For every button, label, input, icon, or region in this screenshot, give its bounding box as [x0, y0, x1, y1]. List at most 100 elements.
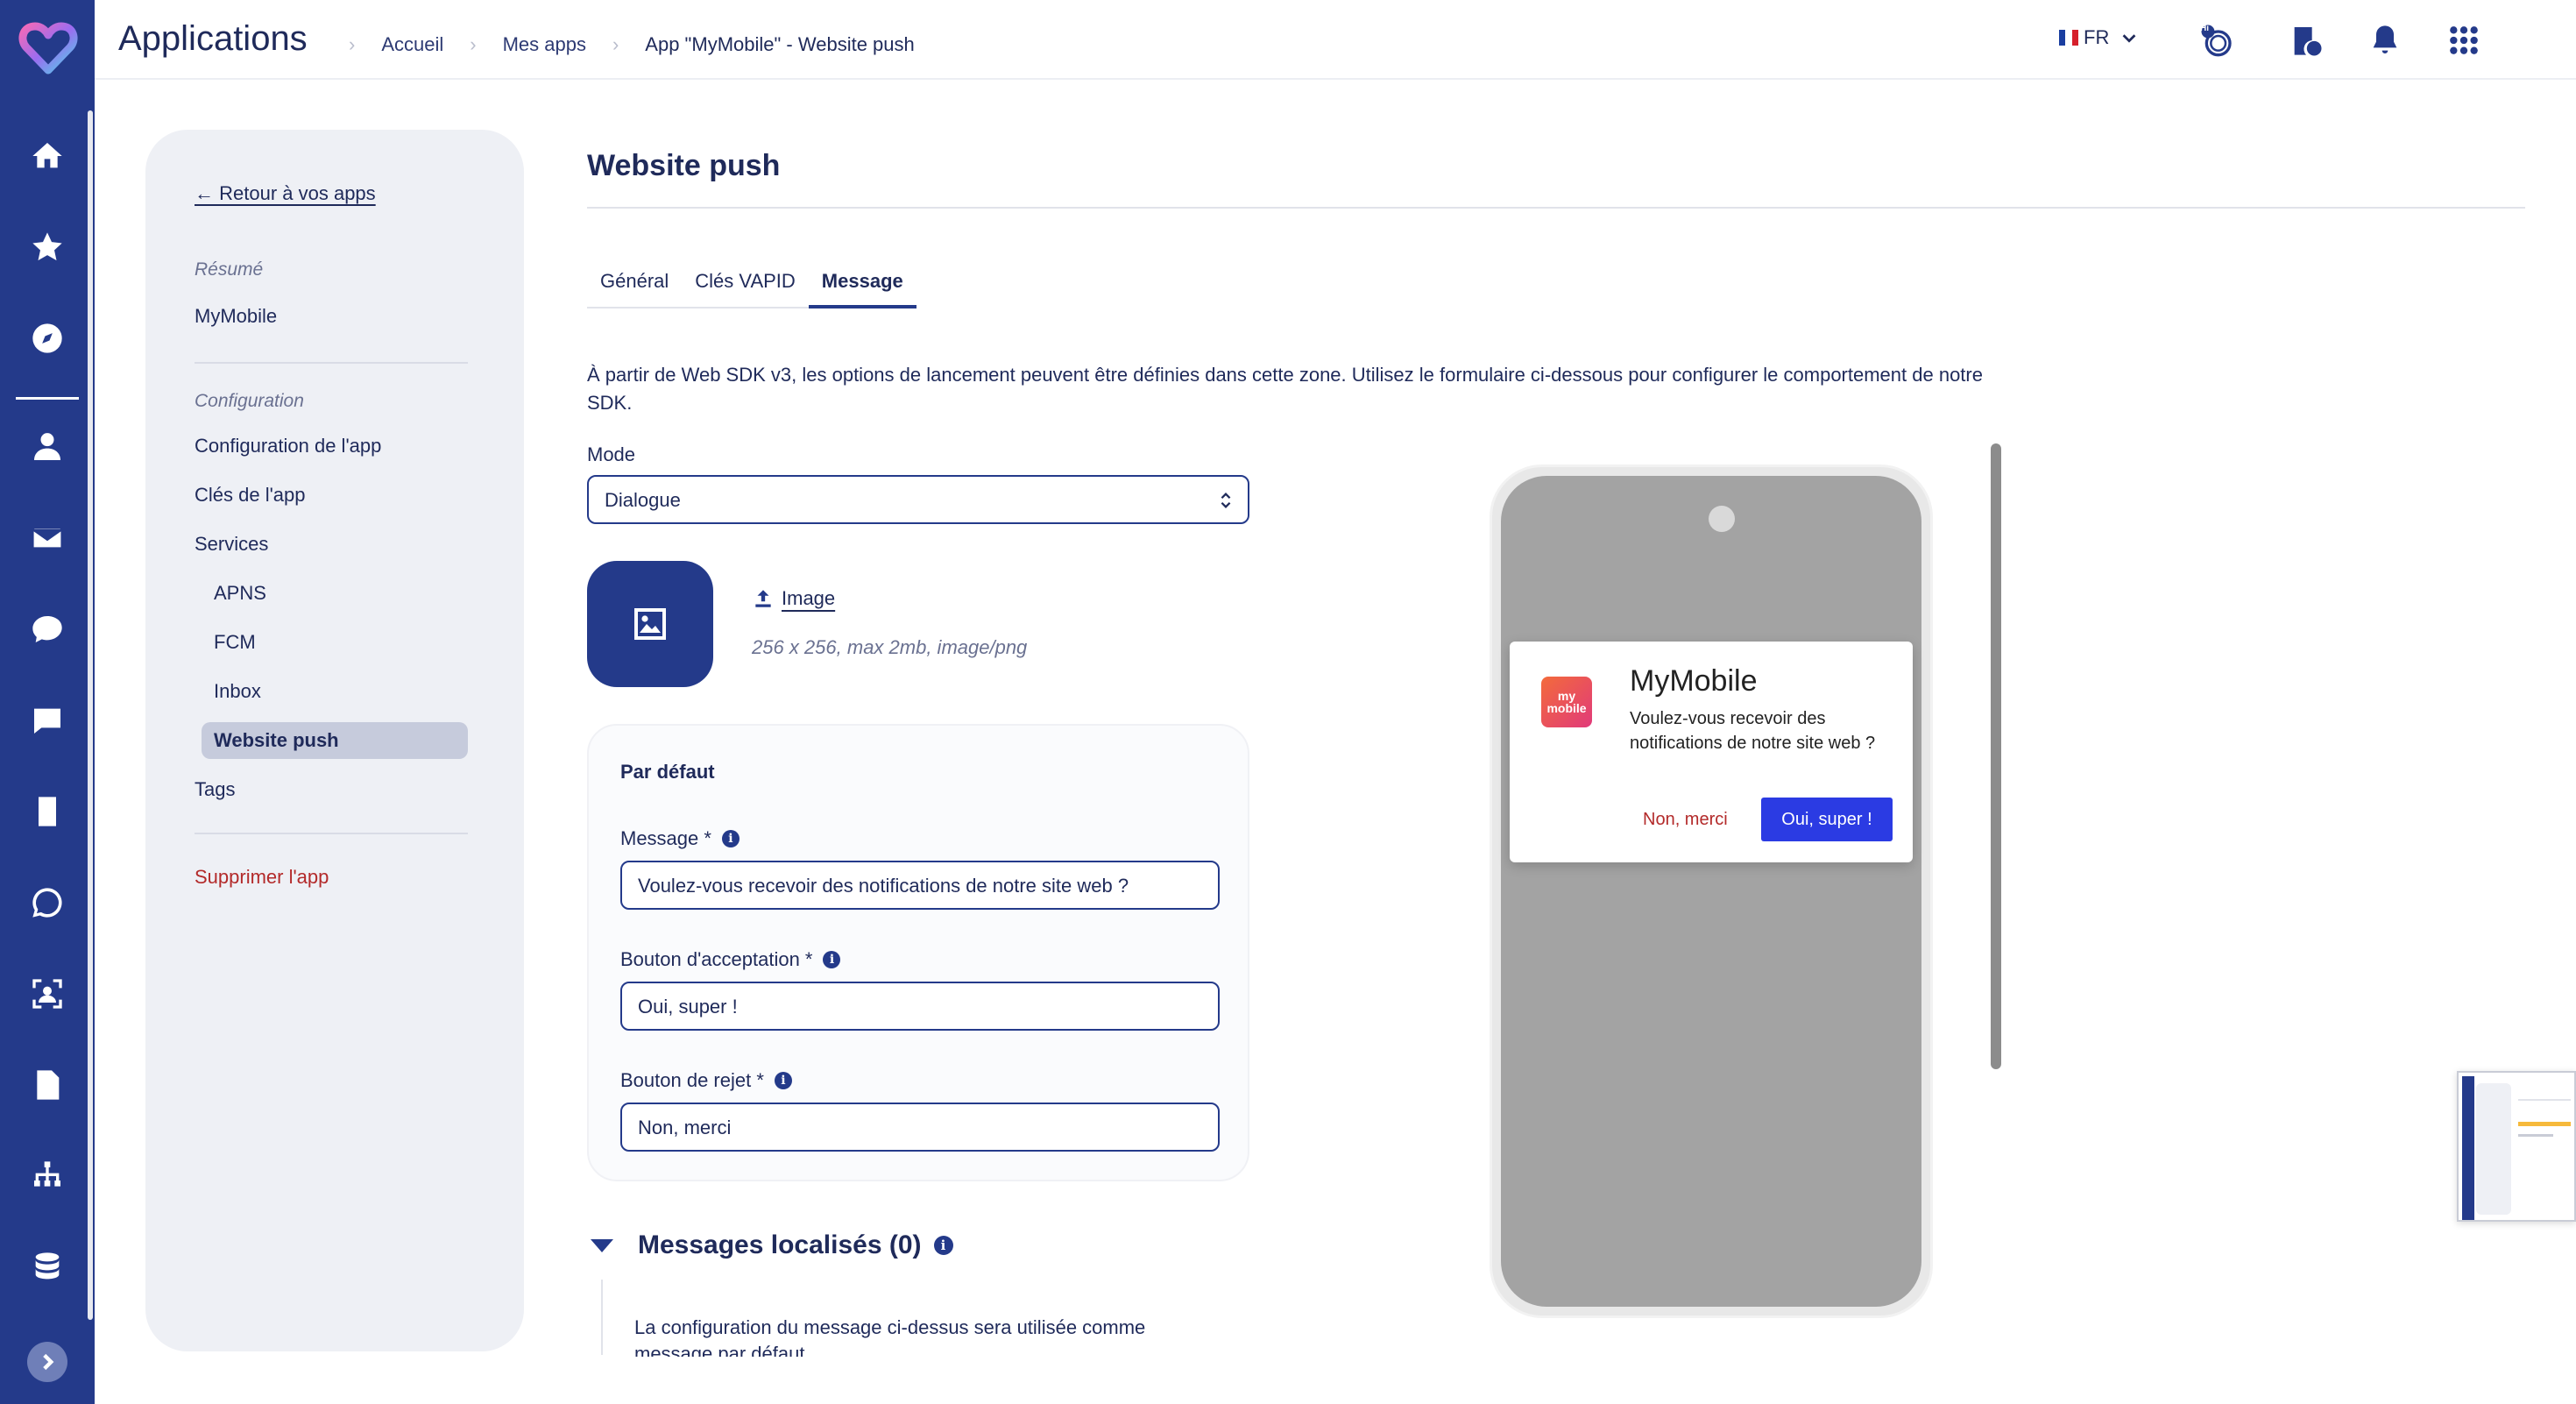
- tab-vapid-keys[interactable]: Clés VAPID: [682, 259, 809, 308]
- sidebar-item-mymobile[interactable]: MyMobile: [195, 305, 277, 328]
- info-icon[interactable]: i: [823, 951, 841, 968]
- dialog-title: MyMobile: [1630, 664, 1758, 698]
- hierarchy-icon[interactable]: [23, 1152, 72, 1201]
- top-bar: Applications › Accueil › Mes apps › App …: [95, 0, 2576, 80]
- upload-image-label: Image: [782, 587, 836, 609]
- chat-icon[interactable]: [23, 696, 72, 745]
- mail-icon[interactable]: [23, 514, 72, 563]
- phone-screen: [1501, 476, 1921, 1307]
- page-title: Website push: [587, 149, 781, 182]
- title-divider: [587, 207, 2525, 209]
- sidebar-item-app-keys[interactable]: Clés de l'app: [195, 484, 306, 507]
- sms-icon[interactable]: [23, 605, 72, 654]
- language-selector[interactable]: FR: [2059, 26, 2139, 49]
- message-label: Message * i: [620, 827, 740, 850]
- database-icon[interactable]: [23, 1243, 72, 1292]
- tab-message[interactable]: Message: [808, 259, 916, 308]
- configuration-group-label: Configuration: [195, 391, 304, 411]
- upload-image-button[interactable]: Image: [752, 587, 835, 610]
- whatsapp-icon[interactable]: [23, 878, 72, 927]
- chevron-right-icon: [43, 1353, 54, 1371]
- sidebar-item-tags[interactable]: Tags: [195, 778, 235, 801]
- document-icon[interactable]: [23, 1060, 72, 1110]
- preview-scrollbar[interactable]: [1991, 443, 2001, 1069]
- thumbnail-line: [2518, 1099, 2571, 1101]
- push-permission-dialog-preview: my mobile MyMobile Voulez-vous recevoir …: [1510, 642, 1913, 862]
- thumbnail-panel: [2476, 1083, 2511, 1215]
- sidebar-item-services[interactable]: Services: [195, 533, 268, 556]
- hi-badge: Hi: [2200, 24, 2209, 33]
- message-label-text: Message *: [620, 827, 711, 849]
- chevron-down-icon: [2122, 34, 2136, 43]
- home-icon[interactable]: [23, 131, 72, 181]
- mode-select[interactable]: Dialogue: [587, 475, 1249, 524]
- mode-value: Dialogue: [605, 489, 681, 511]
- apps-grid-icon[interactable]: [2443, 19, 2485, 61]
- language-label: FR: [2084, 26, 2110, 48]
- accept-button-label-text: Bouton d'acceptation *: [620, 948, 813, 970]
- sidebar-item-website-push[interactable]: Website push: [202, 722, 468, 759]
- upload-icon: [755, 590, 771, 607]
- localized-messages-text: La configuration du message ci-dessus se…: [634, 1316, 1146, 1357]
- reject-button-label: Bouton de rejet * i: [620, 1069, 792, 1092]
- star-icon[interactable]: [23, 223, 72, 272]
- panel-divider: [195, 833, 468, 834]
- info-icon[interactable]: i: [721, 830, 740, 847]
- sidebar-item-app-configuration[interactable]: Configuration de l'app: [195, 435, 381, 457]
- screenshot-thumbnail[interactable]: [2457, 1071, 2576, 1222]
- app-settings-panel: ← Retour à vos apps Résumé MyMobile Conf…: [145, 130, 524, 1351]
- audience-icon[interactable]: [23, 969, 72, 1018]
- app-logo-icon[interactable]: [18, 16, 79, 77]
- mobile-download-icon[interactable]: [23, 787, 72, 836]
- nav-rail: [0, 0, 95, 1404]
- breadcrumb-my-apps[interactable]: Mes apps: [503, 33, 586, 56]
- sidebar-item-label: Website push: [214, 729, 339, 751]
- image-hint: 256 x 256, max 2mb, image/png: [752, 636, 1028, 658]
- user-icon[interactable]: [23, 422, 72, 472]
- thumbnail-line: [2518, 1134, 2553, 1137]
- intro-text: À partir de Web SDK v3, les options de l…: [587, 364, 1983, 414]
- breadcrumb-current: App "MyMobile" - Website push: [645, 33, 915, 55]
- image-icon: [634, 608, 666, 640]
- dialog-reject-button: Non, merci: [1643, 810, 1728, 829]
- compass-icon[interactable]: [23, 314, 72, 363]
- app-logo: my mobile: [1541, 677, 1592, 727]
- card-title: Par défaut: [620, 761, 715, 783]
- help-document-icon[interactable]: [2285, 19, 2327, 61]
- info-icon[interactable]: i: [933, 1236, 953, 1255]
- tabs: Général Clés VAPID Message: [587, 259, 916, 308]
- accept-button-label: Bouton d'acceptation * i: [620, 948, 841, 971]
- app-title: Applications: [118, 19, 308, 58]
- localized-messages-title: Messages localisés (0): [638, 1230, 922, 1259]
- thumbnail-banner: [2518, 1122, 2571, 1126]
- default-message-card: Par défaut Message * i Voulez-vous recev…: [587, 724, 1249, 1181]
- expand-rail-button[interactable]: [27, 1342, 67, 1382]
- sidebar-item-apns[interactable]: APNS: [214, 582, 266, 605]
- thumbnail-rail: [2462, 1076, 2474, 1220]
- support-chat-icon[interactable]: Hi: [2196, 19, 2238, 61]
- rail-scrollbar[interactable]: [88, 110, 93, 1320]
- sidebar-item-fcm[interactable]: FCM: [214, 631, 256, 654]
- accept-button-field[interactable]: Oui, super !: [620, 982, 1220, 1031]
- localized-messages-toggle[interactable]: Messages localisés (0) i: [587, 1230, 953, 1260]
- sidebar-item-inbox[interactable]: Inbox: [214, 680, 261, 703]
- dialog-message: Voulez-vous recevoir des notifications d…: [1630, 709, 1876, 753]
- breadcrumb-chevron-icon: ›: [470, 33, 477, 55]
- delete-app-link[interactable]: Supprimer l'app: [195, 866, 329, 889]
- info-icon[interactable]: i: [774, 1072, 792, 1089]
- back-to-apps-link[interactable]: ← Retour à vos apps: [195, 182, 376, 205]
- phone-preview: [1490, 464, 1933, 1318]
- bell-icon[interactable]: [2364, 19, 2406, 61]
- select-arrows-icon: [1221, 493, 1231, 508]
- breadcrumb-chevron-icon: ›: [612, 33, 619, 55]
- french-flag-icon: [2059, 30, 2078, 46]
- breadcrumb-home[interactable]: Accueil: [381, 33, 443, 56]
- phone-camera: [1709, 506, 1735, 532]
- image-preview-tile[interactable]: [587, 561, 713, 687]
- localized-section-line: [601, 1280, 603, 1355]
- panel-divider: [195, 362, 468, 364]
- mode-label: Mode: [587, 443, 636, 465]
- message-field[interactable]: Voulez-vous recevoir des notifications d…: [620, 861, 1220, 910]
- reject-button-field[interactable]: Non, merci: [620, 1103, 1220, 1152]
- tab-general[interactable]: Général: [587, 259, 682, 308]
